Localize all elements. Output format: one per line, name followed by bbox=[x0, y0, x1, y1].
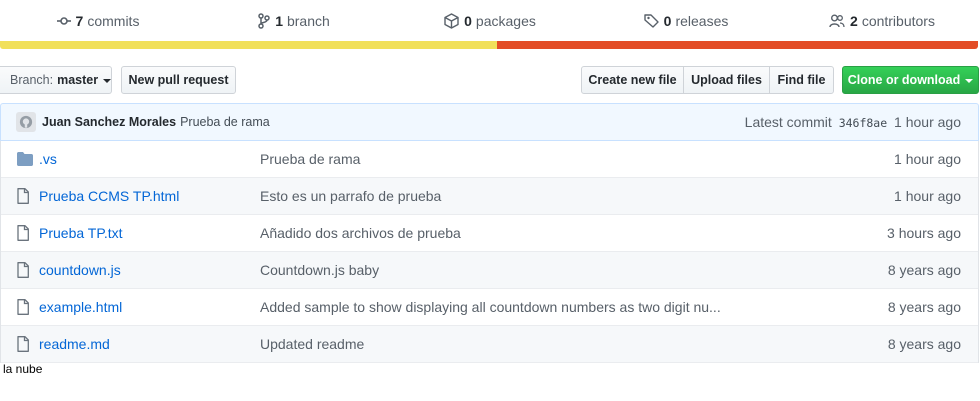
file-commit-age: 8 years ago bbox=[887, 336, 961, 352]
file-icon bbox=[17, 188, 29, 204]
file-commit-age: 1 hour ago bbox=[894, 151, 961, 167]
commit-author-link[interactable]: Juan Sanchez Morales bbox=[42, 115, 176, 129]
branches-count: 1 bbox=[275, 13, 283, 29]
commit-message-link[interactable]: Prueba de rama bbox=[180, 115, 270, 129]
file-row: Prueba TP.txt Añadido dos archivos de pru… bbox=[1, 215, 978, 252]
file-name-link[interactable]: countdown.js bbox=[39, 262, 260, 278]
branches-link[interactable]: 1 branch bbox=[196, 0, 392, 42]
github-logo-icon bbox=[19, 115, 33, 129]
file-type-icon bbox=[17, 299, 33, 315]
folder-icon bbox=[17, 152, 33, 166]
file-name-link[interactable]: Prueba CCMS TP.html bbox=[39, 188, 260, 204]
dropdown-caret-icon bbox=[965, 79, 974, 83]
clone-or-download-label: Clone or download bbox=[847, 73, 961, 87]
file-commit-message-link[interactable]: Added sample to show displaying all coun… bbox=[260, 299, 840, 315]
releases-count: 0 bbox=[663, 13, 672, 29]
packages-label: packages bbox=[475, 13, 536, 29]
file-row: .vs Prueba de rama 1 hour ago bbox=[1, 141, 978, 178]
file-list: .vs Prueba de rama 1 hour ago Prueba CCMS T… bbox=[0, 141, 979, 363]
file-commit-message-link[interactable]: Esto es un parrafo de prueba bbox=[260, 188, 840, 204]
contributors-count: 2 bbox=[850, 13, 858, 29]
footer-text: la nube bbox=[3, 362, 43, 376]
file-commit-age: 8 years ago bbox=[887, 299, 961, 315]
file-icon bbox=[17, 262, 29, 278]
file-row: example.html Added sample to show display… bbox=[1, 289, 978, 326]
tag-icon bbox=[643, 14, 659, 28]
clone-or-download-button[interactable]: Clone or download bbox=[842, 66, 979, 94]
file-name-link[interactable]: Prueba TP.txt bbox=[39, 225, 260, 241]
commits-link[interactable]: 7 commits bbox=[0, 0, 196, 42]
file-icon bbox=[17, 336, 29, 352]
file-commit-message-link[interactable]: Prueba de rama bbox=[260, 151, 840, 167]
package-icon bbox=[444, 13, 459, 29]
file-type-icon bbox=[17, 188, 33, 204]
file-icon bbox=[17, 299, 29, 315]
file-name-link[interactable]: .vs bbox=[39, 151, 260, 167]
file-commit-message-link[interactable]: Añadido dos archivos de prueba bbox=[260, 225, 840, 241]
packages-count: 0 bbox=[464, 13, 472, 29]
file-commit-age: 3 hours ago bbox=[887, 225, 961, 241]
file-type-icon bbox=[17, 262, 33, 278]
people-icon bbox=[829, 14, 845, 28]
file-actions-group: Create new file Upload files Find file bbox=[581, 66, 834, 94]
language-bar[interactable] bbox=[0, 41, 978, 49]
file-commit-age: 1 hour ago bbox=[894, 188, 961, 204]
commit-age: 1 hour ago bbox=[894, 114, 961, 130]
create-new-file-button[interactable]: Create new file bbox=[581, 66, 684, 94]
commit-sha-link[interactable]: 346f8ae bbox=[839, 116, 887, 130]
branch-prefix-label: Branch: bbox=[10, 73, 54, 87]
file-type-icon bbox=[17, 152, 33, 166]
file-type-icon bbox=[17, 336, 33, 352]
commits-label: commits bbox=[87, 13, 140, 29]
branch-select-button[interactable]: Branch: master bbox=[0, 66, 112, 94]
language-bar-segment[interactable] bbox=[496, 41, 978, 49]
avatar[interactable] bbox=[16, 112, 36, 132]
packages-link[interactable]: 0 packages bbox=[392, 0, 588, 42]
upload-files-button[interactable]: Upload files bbox=[683, 66, 770, 94]
releases-link[interactable]: 0 releases bbox=[588, 0, 784, 42]
branches-label: branch bbox=[286, 13, 330, 29]
branch-name: master bbox=[57, 73, 99, 87]
contributors-link[interactable]: 2 contributors bbox=[784, 0, 980, 42]
file-icon bbox=[17, 225, 29, 241]
latest-commit-info: Latest commit 346f8ae 1 hour ago bbox=[745, 114, 961, 130]
commit-icon bbox=[56, 17, 71, 25]
file-commit-message-link[interactable]: Updated readme bbox=[260, 336, 840, 352]
dropdown-caret-icon bbox=[103, 79, 112, 83]
language-bar-segment[interactable] bbox=[0, 41, 497, 49]
find-file-button[interactable]: Find file bbox=[769, 66, 834, 94]
file-type-icon bbox=[17, 225, 33, 241]
file-commit-message-link[interactable]: Countdown.js baby bbox=[260, 262, 840, 278]
file-name-link[interactable]: readme.md bbox=[39, 336, 260, 352]
file-commit-age: 8 years ago bbox=[887, 262, 961, 278]
new-pull-request-button[interactable]: New pull request bbox=[121, 66, 236, 94]
file-name-link[interactable]: example.html bbox=[39, 299, 260, 315]
repo-summary-bar: 7 commits 1 branch 0 packages 0 releases… bbox=[0, 0, 980, 42]
contributors-label: contributors bbox=[861, 13, 935, 29]
branch-icon bbox=[258, 13, 270, 29]
latest-commit-bar: Juan Sanchez Morales Prueba de rama Late… bbox=[0, 103, 979, 141]
file-row: readme.md Updated readme 8 years ago bbox=[1, 326, 978, 363]
file-row: Prueba CCMS TP.html Esto es un parrafo de… bbox=[1, 178, 978, 215]
file-row: countdown.js Countdown.js baby 8 years ago bbox=[1, 252, 978, 289]
latest-commit-label: Latest commit bbox=[744, 114, 832, 130]
releases-label: releases bbox=[675, 13, 729, 29]
commits-count: 7 bbox=[75, 13, 84, 29]
